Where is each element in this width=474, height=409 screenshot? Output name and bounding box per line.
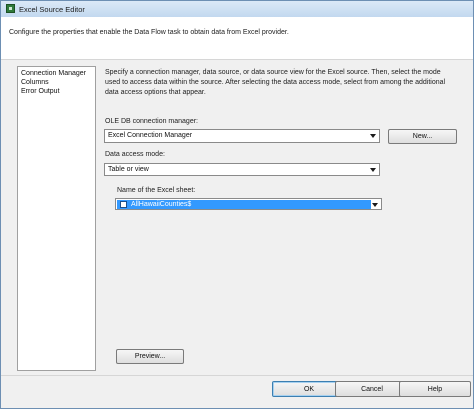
help-button[interactable]: Help	[399, 381, 471, 397]
excel-source-icon	[6, 4, 15, 13]
connection-manager-label: OLE DB connection manager:	[105, 118, 198, 125]
nav-item-connection-manager[interactable]: Connection Manager	[21, 70, 86, 77]
new-connection-button[interactable]: New...	[388, 129, 457, 144]
cancel-button[interactable]: Cancel	[335, 381, 409, 397]
excel-sheet-label: Name of the Excel sheet:	[117, 187, 196, 194]
header-description: Configure the properties that enable the…	[9, 29, 289, 36]
page-description: Specify a connection manager, data sourc…	[105, 69, 446, 96]
connection-manager-value: Excel Connection Manager	[108, 132, 193, 139]
excel-sheet-value: AllHawaiiCounties$	[131, 201, 192, 208]
title-bar: Excel Source Editor	[1, 1, 473, 18]
header-band: Configure the properties that enable the…	[1, 17, 473, 60]
data-access-mode-label: Data access mode:	[105, 151, 165, 158]
chevron-down-icon	[370, 168, 376, 172]
page-navigation-list: Connection Manager Columns Error Output	[17, 66, 96, 371]
data-access-mode-value: Table or view	[108, 166, 149, 173]
nav-item-columns[interactable]: Columns	[21, 79, 49, 86]
preview-button[interactable]: Preview...	[116, 349, 184, 364]
sheet-selection-highlight: AllHawaiiCounties$	[117, 200, 371, 209]
excel-sheet-dropdown[interactable]: AllHawaiiCounties$	[115, 198, 382, 210]
connection-manager-dropdown[interactable]: Excel Connection Manager	[104, 129, 380, 143]
data-access-mode-dropdown[interactable]: Table or view	[104, 163, 380, 176]
footer-divider	[1, 375, 473, 376]
excel-source-editor-window: Excel Source Editor Configure the proper…	[0, 0, 474, 409]
chevron-down-icon	[370, 134, 376, 138]
sheet-table-icon	[120, 201, 127, 208]
window-title: Excel Source Editor	[19, 5, 85, 14]
chevron-down-icon	[372, 203, 378, 207]
nav-item-error-output[interactable]: Error Output	[21, 88, 60, 95]
